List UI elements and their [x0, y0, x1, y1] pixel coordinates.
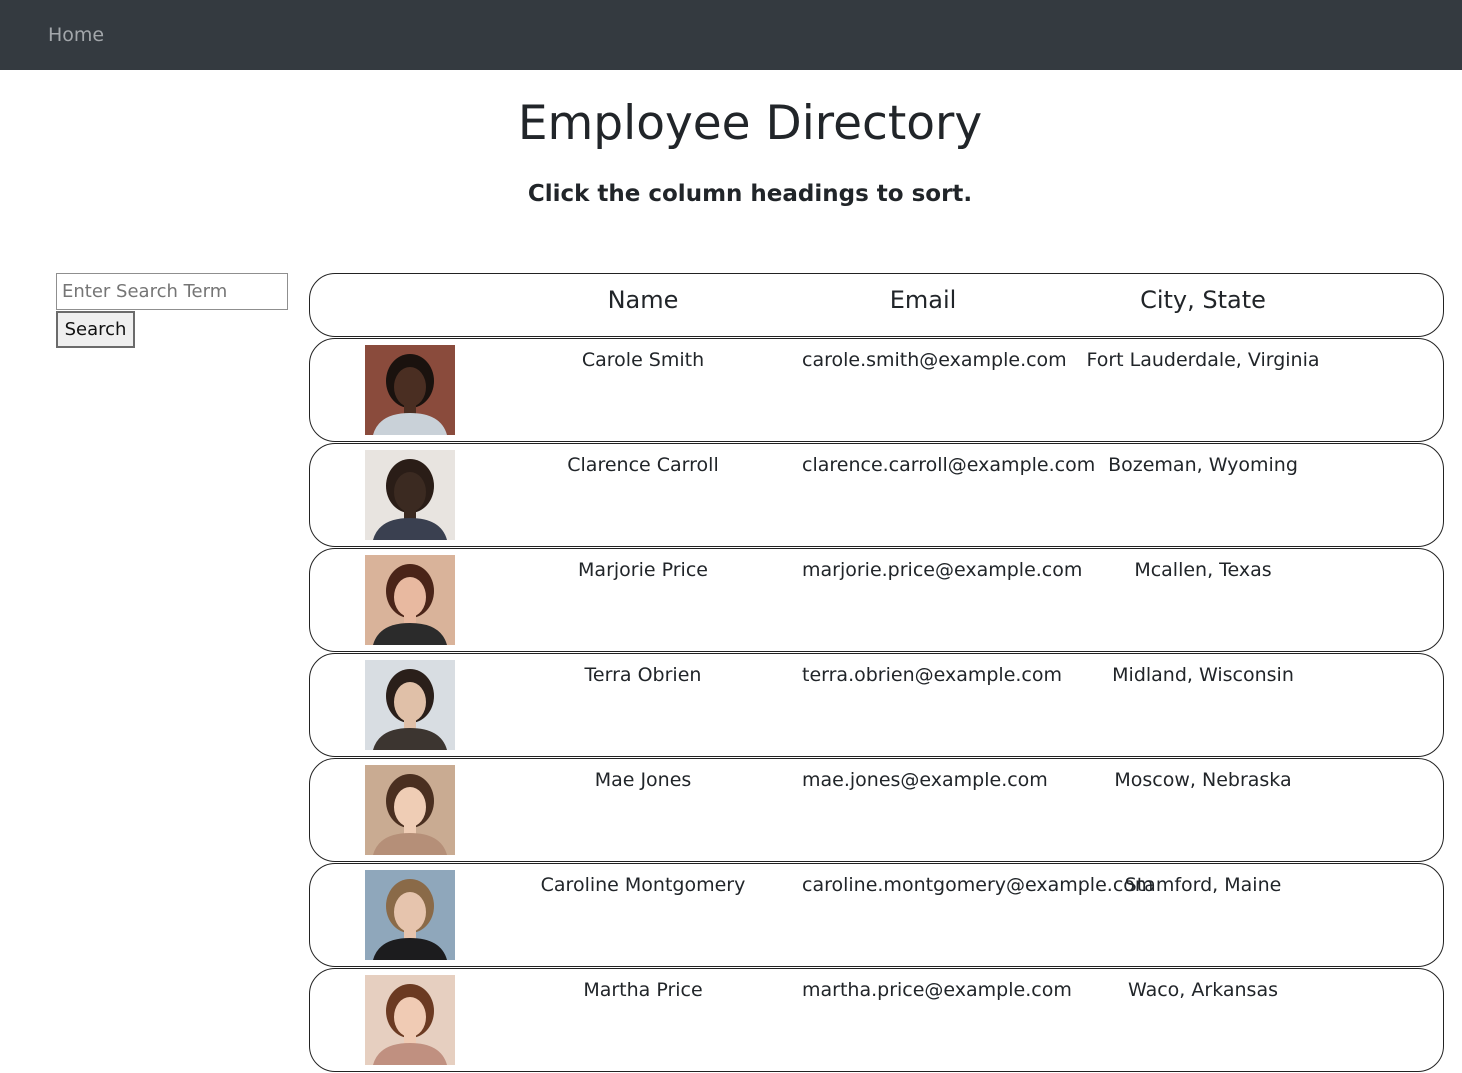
search-input[interactable] — [56, 273, 288, 310]
employee-city-state: Mcallen, Texas — [1134, 559, 1272, 581]
city-state-column-header[interactable]: City, State — [1053, 286, 1353, 314]
employee-email: mae.jones@example.com — [802, 769, 1048, 791]
employee-email: terra.obrien@example.com — [802, 664, 1063, 686]
table-header: Name Email City, State — [309, 273, 1444, 337]
employee-email: carole.smith@example.com — [802, 349, 1067, 371]
navbar: Home — [0, 0, 1462, 70]
table-row: Caroline Montgomery caroline.montgomery@e… — [309, 863, 1444, 967]
email-column-header[interactable]: Email — [773, 286, 1073, 314]
page-subtitle: Click the column headings to sort. — [527, 181, 973, 207]
employee-name: Caroline Montgomery — [540, 874, 746, 896]
name-column-header[interactable]: Name — [493, 286, 793, 314]
employee-photo — [365, 450, 455, 540]
employee-photo — [365, 345, 455, 435]
employee-photo — [365, 660, 455, 750]
employee-city-state: Stamford, Maine — [1124, 874, 1282, 896]
table-row: Mae Jones mae.jones@example.com Moscow, Ne… — [309, 758, 1444, 862]
employee-city-state: Bozeman, Wyoming — [1108, 454, 1298, 476]
employee-email: marjorie.price@example.com — [802, 559, 1083, 581]
employee-email: clarence.carroll@example.com — [802, 454, 1096, 476]
table-row: Terra Obrien terra.obrien@example.com Midl… — [309, 653, 1444, 757]
employee-name: Carole Smith — [581, 349, 705, 371]
table-row: Marjorie Price marjorie.price@example.com… — [309, 548, 1444, 652]
employee-email: martha.price@example.com — [802, 979, 1072, 1001]
table-row: Martha Price martha.price@example.com Waco… — [309, 968, 1444, 1072]
employee-name: Clarence Carroll — [567, 454, 719, 476]
employee-photo — [365, 975, 455, 1065]
employee-photo — [365, 555, 455, 645]
search-button[interactable]: Search — [56, 311, 135, 348]
employee-name: Mae Jones — [594, 769, 692, 791]
employee-photo — [365, 870, 455, 960]
employee-city-state: Moscow, Nebraska — [1114, 769, 1292, 791]
employee-name: Terra Obrien — [584, 664, 702, 686]
nav-home-link[interactable]: Home — [48, 24, 104, 46]
employee-name: Marjorie Price — [578, 559, 708, 581]
employee-city-state: Waco, Arkansas — [1128, 979, 1278, 1001]
table-row: Carole Smith carole.smith@example.com Fort… — [309, 338, 1444, 442]
employee-name: Martha Price — [583, 979, 703, 1001]
employee-city-state: Midland, Wisconsin — [1112, 664, 1294, 686]
employee-photo — [365, 765, 455, 855]
page-title: Employee Directory — [517, 96, 983, 151]
table-row: Clarence Carroll clarence.carroll@example… — [309, 443, 1444, 547]
employee-city-state: Fort Lauderdale, Virginia — [1086, 349, 1320, 371]
